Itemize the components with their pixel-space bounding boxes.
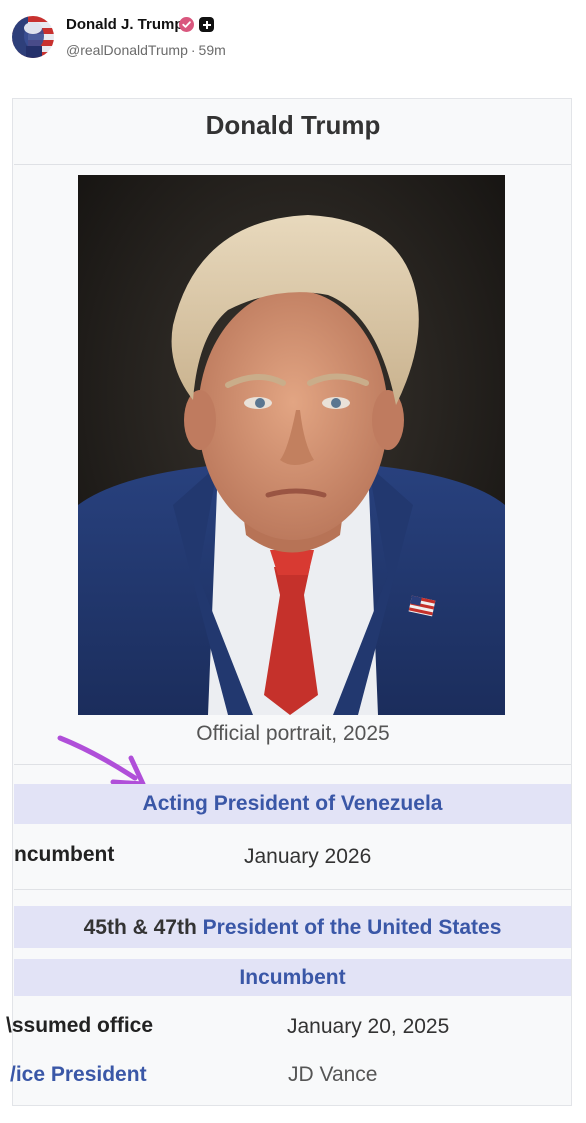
presidency-ordinal: 45th & 47th: [83, 916, 197, 939]
section-header-us-president: 45th & 47th President of the United Stat…: [14, 906, 571, 948]
post-timestamp[interactable]: 59m: [199, 42, 226, 58]
author-name[interactable]: Donald J. Trump: [66, 16, 184, 33]
author-handle[interactable]: @realDonaldTrump: [66, 42, 188, 58]
vice-president-value[interactable]: JD Vance: [288, 1063, 378, 1087]
president-united-states-link[interactable]: President of the United States: [203, 916, 502, 939]
official-portrait-image[interactable]: [78, 175, 505, 715]
row-divider: [14, 889, 571, 890]
incumbent-status-link[interactable]: Incumbent: [239, 966, 345, 989]
incumbent-label: ncumbent: [14, 843, 115, 866]
avatar[interactable]: [12, 16, 54, 58]
vice-president-label-link[interactable]: /ice President: [10, 1063, 147, 1087]
separator-dot: ·: [190, 42, 196, 58]
verified-badge-icon: [179, 17, 194, 32]
acting-president-venezuela-link[interactable]: Acting President of Venezuela: [143, 792, 443, 815]
assumed-office-label: \ssumed office: [6, 1014, 154, 1037]
post-header: Donald J. Trump @realDonaldTrump · 59m: [0, 0, 586, 80]
section-header-venezuela: Acting President of Venezuela: [14, 784, 571, 824]
incumbent-status-band: Incumbent: [14, 959, 571, 996]
handle-and-time: @realDonaldTrump · 59m: [66, 42, 226, 58]
arrow-icon: [57, 735, 146, 787]
title-divider: [14, 164, 571, 165]
assumed-office-value: January 20, 2025: [287, 1015, 450, 1038]
follow-plus-icon[interactable]: [199, 17, 214, 32]
infobox-title: Donald Trump: [205, 110, 381, 140]
incumbent-date-value: January 2026: [244, 845, 372, 868]
